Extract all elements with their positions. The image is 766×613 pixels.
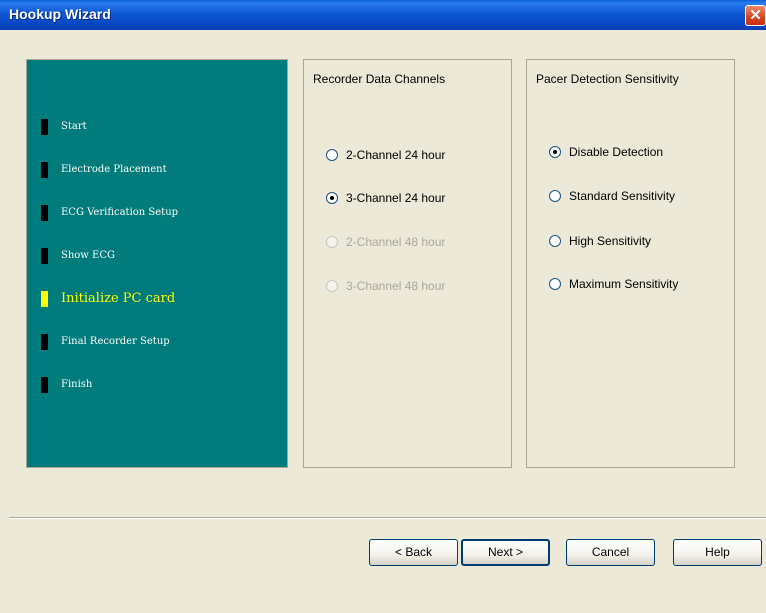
step-marker-icon	[41, 162, 48, 178]
step-label: Final Recorder Setup	[61, 336, 170, 347]
step-label: Electrode Placement	[61, 164, 167, 175]
recorder-data-channels-group: Recorder Data Channels 2-Channel 24 hour…	[303, 59, 512, 468]
radio-label: 3-Channel 24 hour	[346, 191, 446, 205]
radio-circle-icon	[549, 278, 561, 290]
radio-label: 3-Channel 48 hour	[346, 279, 446, 293]
step-marker-icon	[41, 119, 48, 135]
radio-circle-icon	[326, 149, 338, 161]
window-title: Hookup Wizard	[9, 6, 111, 22]
group-title: Recorder Data Channels	[313, 72, 446, 86]
step-marker-active-icon	[41, 291, 48, 307]
radio-label: 2-Channel 24 hour	[346, 148, 446, 162]
radio-label: Standard Sensitivity	[569, 189, 676, 203]
step-label: Finish	[61, 379, 93, 390]
help-button[interactable]: Help	[673, 539, 762, 566]
close-button[interactable]: ✕	[745, 5, 766, 26]
footer-separator	[9, 517, 766, 519]
radio-circle-icon	[326, 236, 338, 248]
close-icon: ✕	[749, 7, 762, 24]
wizard-steps-panel: Start Electrode Placement ECG Verificati…	[26, 59, 288, 468]
step-label-active: Initialize PC card	[61, 291, 176, 306]
step-marker-icon	[41, 377, 48, 393]
back-button[interactable]: < Back	[369, 539, 458, 566]
step-label: Show ECG	[61, 250, 115, 261]
step-label: Start	[61, 121, 87, 132]
cancel-button[interactable]: Cancel	[566, 539, 655, 566]
radio-label: High Sensitivity	[569, 234, 652, 248]
step-label: ECG Verification Setup	[61, 207, 179, 218]
radio-label: Disable Detection	[569, 145, 664, 159]
step-marker-icon	[41, 205, 48, 221]
next-button[interactable]: Next >	[461, 539, 550, 566]
hookup-wizard-window: Hookup Wizard ✕ Start Electrode Placemen…	[0, 0, 766, 613]
step-marker-icon	[41, 248, 48, 264]
radio-checked-icon	[549, 146, 561, 158]
radio-label: Maximum Sensitivity	[569, 277, 679, 291]
group-title: Pacer Detection Sensitivity	[536, 72, 679, 86]
radio-circle-icon	[549, 190, 561, 202]
title-bar[interactable]: Hookup Wizard ✕	[0, 0, 766, 30]
pacer-detection-sensitivity-group: Pacer Detection Sensitivity Disable Dete…	[526, 59, 735, 468]
radio-circle-icon	[326, 280, 338, 292]
step-marker-icon	[41, 334, 48, 350]
radio-label: 2-Channel 48 hour	[346, 235, 446, 249]
radio-checked-icon	[326, 192, 338, 204]
radio-circle-icon	[549, 235, 561, 247]
